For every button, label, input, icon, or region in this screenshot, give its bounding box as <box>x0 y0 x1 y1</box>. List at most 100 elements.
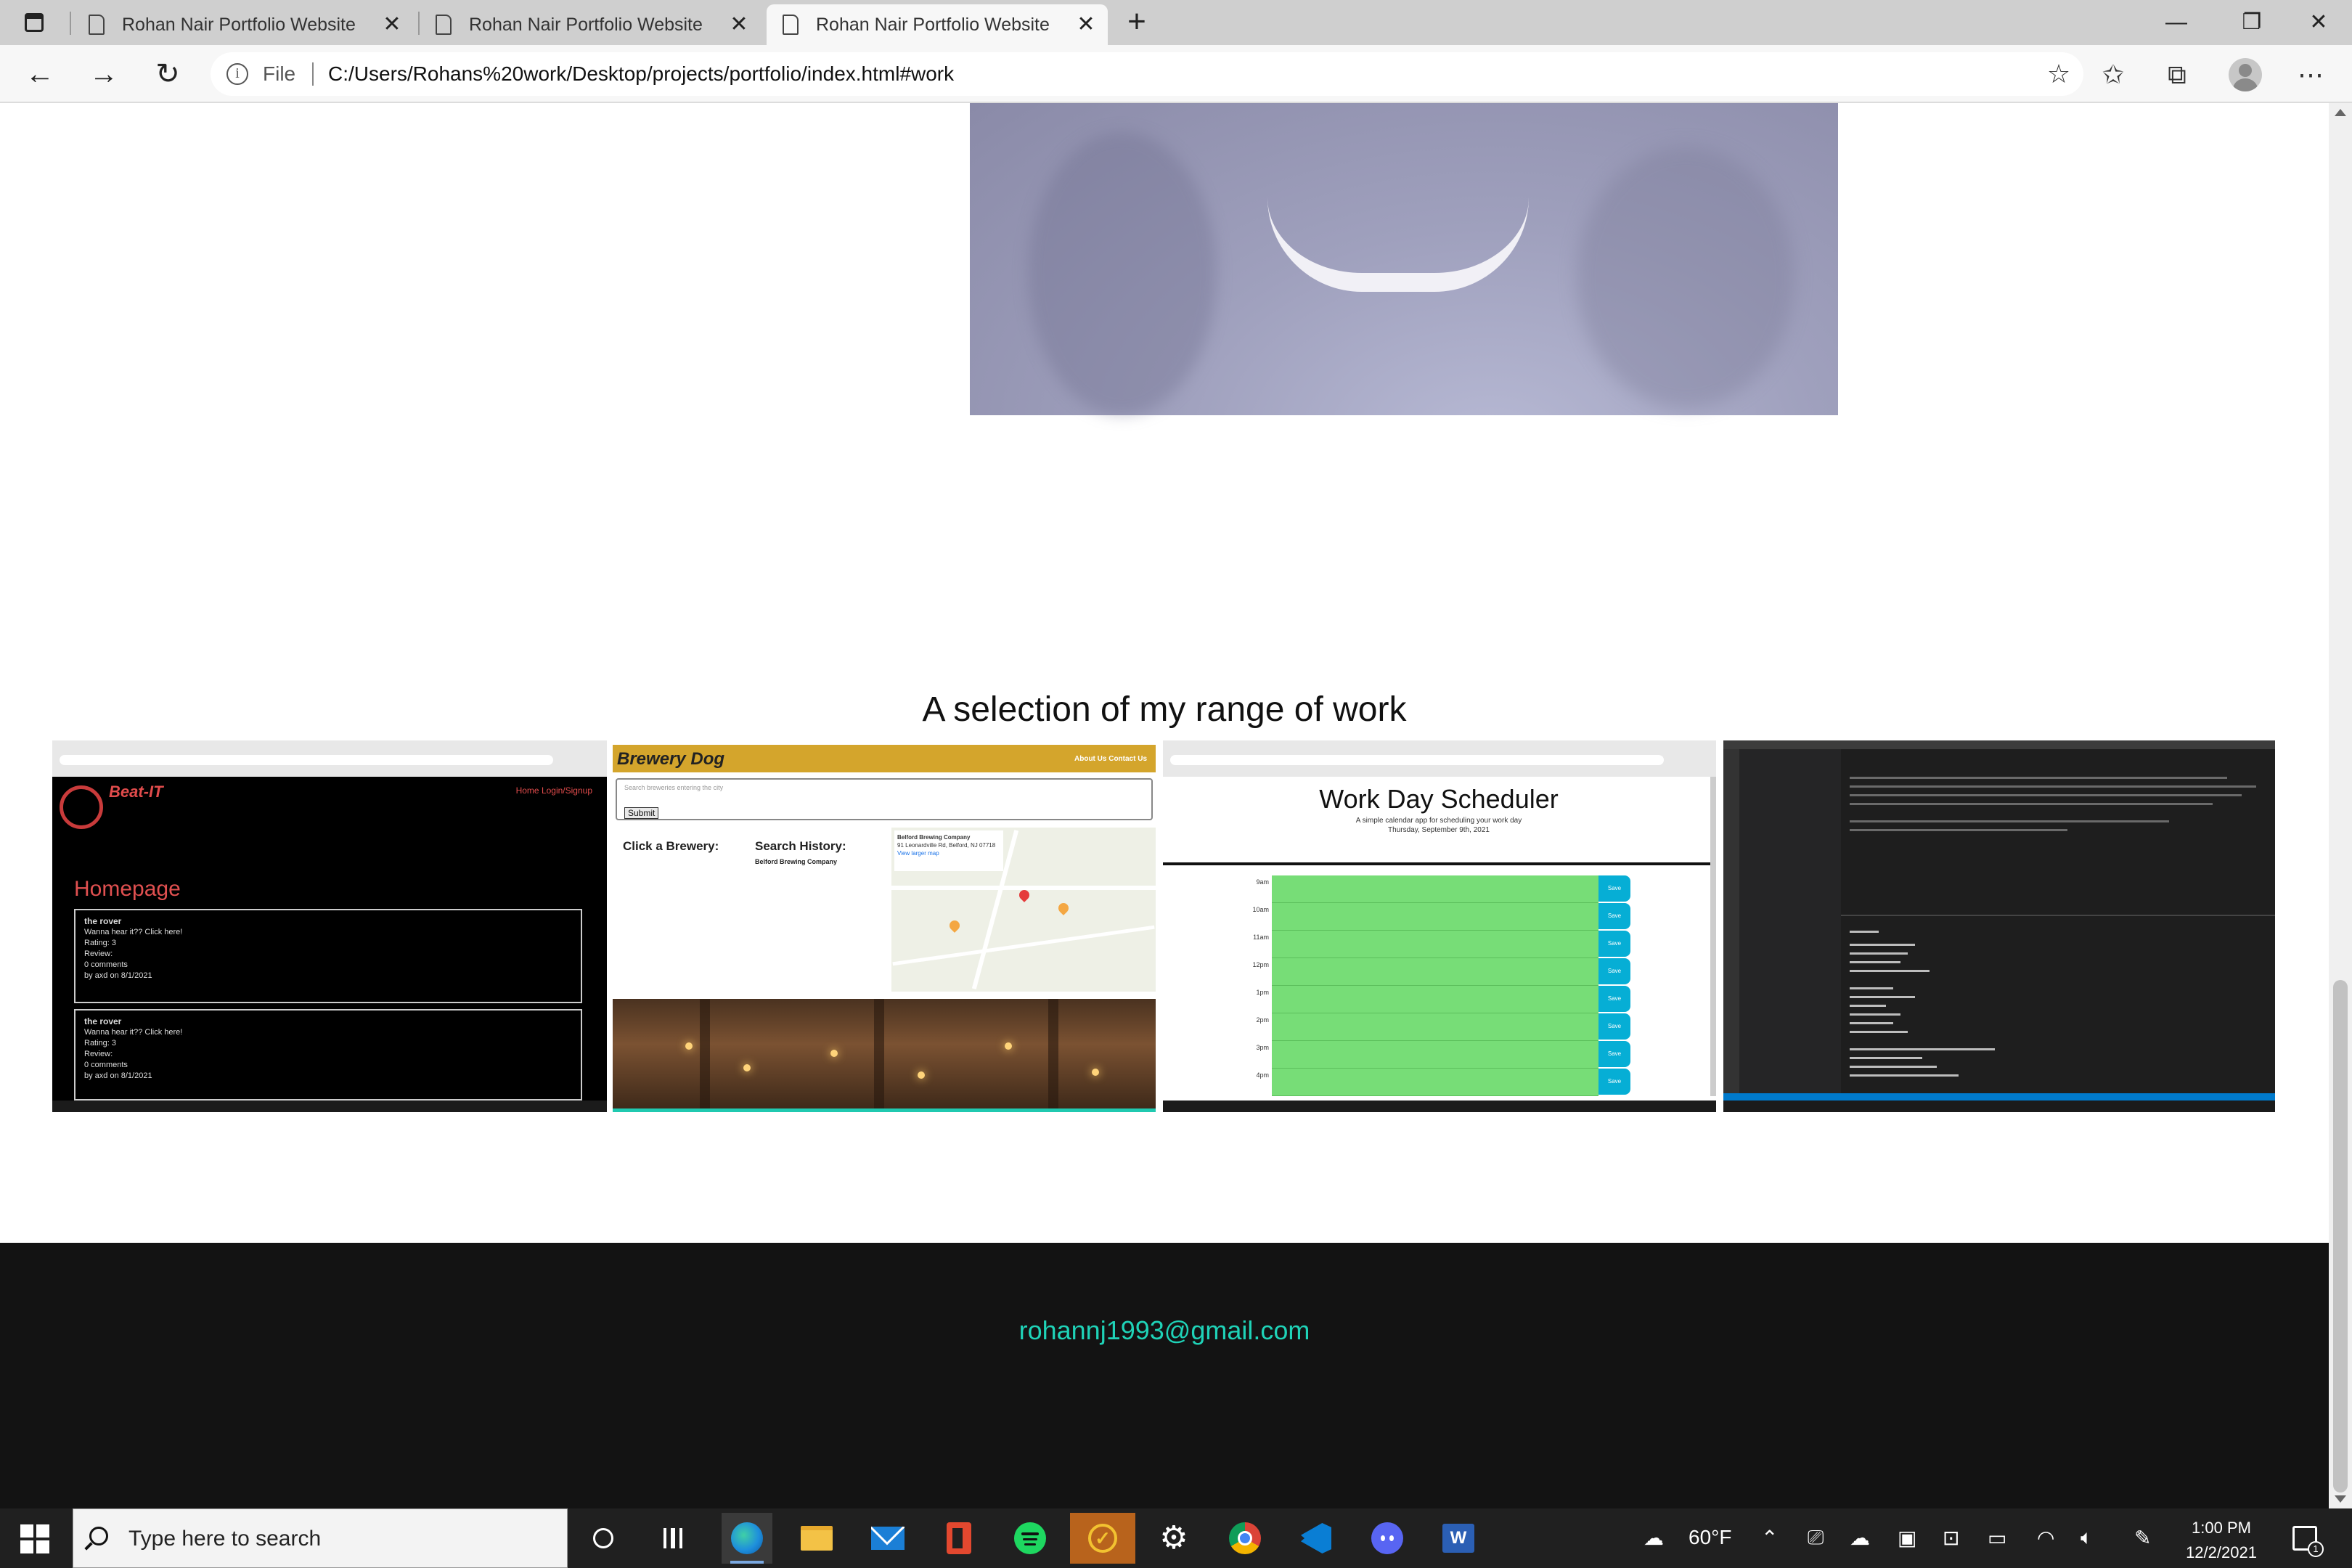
notification-count: 1 <box>2308 1541 2324 1557</box>
tab-actions-icon <box>25 13 44 32</box>
notifications-icon[interactable]: 1 <box>2292 1526 2324 1557</box>
file-explorer-icon[interactable] <box>791 1513 842 1564</box>
norton-icon[interactable]: ✓ <box>1070 1513 1135 1564</box>
code-line <box>1850 820 2169 822</box>
cortana-icon[interactable] <box>578 1513 629 1564</box>
tab-title: Rohan Nair Portfolio Website <box>469 14 703 35</box>
mail-icon[interactable] <box>862 1513 913 1564</box>
scroll-down-icon[interactable] <box>2335 1495 2346 1503</box>
project-employee-tracker-screenshot[interactable] <box>1723 740 2275 1112</box>
address-bar[interactable]: i File C:/Users/Rohans%20work/Desktop/pr… <box>211 52 2083 96</box>
wifi-icon[interactable]: ◠ <box>2037 1526 2054 1550</box>
edge-icon[interactable] <box>722 1513 772 1564</box>
review-line: Rating: 3 <box>84 939 117 947</box>
chevron-up-icon[interactable]: ⌃ <box>1761 1526 1778 1550</box>
scheduler-description: A simple calendar app for scheduling you… <box>1355 817 1522 825</box>
vscode-icon[interactable] <box>1291 1513 1342 1564</box>
start-button[interactable] <box>20 1524 49 1553</box>
close-tab-icon[interactable]: ✕ <box>1074 13 1098 36</box>
photo-shading <box>1577 147 1794 408</box>
project-beat-it-screenshot[interactable]: Beat-IT Home Login/Signup Homepage the r… <box>52 740 607 1112</box>
settings-icon[interactable]: ⚙ <box>1148 1513 1199 1564</box>
project-work-day-scheduler-screenshot[interactable]: Work Day Scheduler A simple calendar app… <box>1163 740 1716 1112</box>
terminal-line <box>1850 1031 1908 1033</box>
project-brewery-dog-screenshot[interactable]: Brewery Dog About Us Contact Us Search b… <box>613 740 1156 1112</box>
forward-button[interactable]: → <box>84 55 123 94</box>
back-button[interactable]: ← <box>20 55 60 94</box>
battery-icon[interactable]: ▭ <box>1988 1526 2006 1550</box>
photo-shading <box>1028 132 1217 415</box>
panel-divider <box>1841 915 2275 916</box>
browser-toolbar: ← → ↻ i File C:/Users/Rohans%20work/Desk… <box>0 45 2352 103</box>
vscode-explorer <box>1739 749 1841 1101</box>
browser-tab-1[interactable]: Rohan Nair Portfolio Website ✕ <box>73 4 414 45</box>
refresh-button[interactable]: ↻ <box>148 55 187 94</box>
pen-icon[interactable]: ✎ <box>2134 1526 2151 1550</box>
meet-now-icon[interactable]: ⎚ <box>1808 1526 1824 1550</box>
brewery-brand: Brewery Dog <box>617 749 725 769</box>
page-icon <box>89 15 105 35</box>
discord-icon[interactable] <box>1362 1513 1413 1564</box>
chrome-icon[interactable] <box>1220 1513 1270 1564</box>
word-icon[interactable]: W <box>1433 1513 1484 1564</box>
scroll-up-icon[interactable] <box>2335 109 2346 116</box>
beat-it-logo <box>60 785 103 829</box>
search-history-label: Search History: <box>755 839 846 853</box>
beat-it-nav: Home Login/Signup <box>515 785 592 796</box>
code-line <box>1850 829 2067 831</box>
map-pin-icon <box>1017 888 1032 902</box>
review-line: Wanna hear it?? Click here! <box>84 1028 183 1037</box>
collections-icon[interactable]: ⧉ <box>2160 58 2194 91</box>
close-tab-icon[interactable]: ✕ <box>380 13 404 36</box>
favorites-icon[interactable]: ✩ <box>2096 58 2130 91</box>
url-text[interactable]: C:/Users/Rohans%20work/Desktop/projects/… <box>328 62 954 86</box>
terminal-line <box>1850 952 1908 955</box>
office-icon[interactable] <box>934 1513 984 1564</box>
screenshot-taskbar <box>1163 1101 1716 1112</box>
hour-row: 12pm Save <box>1233 958 1630 986</box>
brewery-links: About Us Contact Us <box>1074 755 1147 763</box>
close-tab-icon[interactable]: ✕ <box>727 13 751 36</box>
network-status-icon[interactable]: ⊡ <box>1943 1526 1959 1550</box>
terminal-line <box>1850 1005 1886 1007</box>
footer-email-link[interactable]: rohannj1993@gmail.com <box>0 1315 2329 1346</box>
hour-block <box>1272 1069 1598 1096</box>
taskbar-clock[interactable]: 1:00 PM 12/2/2021 <box>2171 1516 2272 1565</box>
onedrive-icon[interactable]: ☁ <box>1850 1526 1870 1550</box>
scrollbar-thumb[interactable] <box>2333 980 2348 1493</box>
task-view-icon[interactable] <box>648 1513 698 1564</box>
tab-actions-button[interactable] <box>16 10 48 35</box>
display-icon[interactable]: ▣ <box>1898 1526 1916 1550</box>
volume-icon[interactable]: 🔈︎ <box>2081 1526 2093 1550</box>
hour-block <box>1272 958 1598 986</box>
tab-title: Rohan Nair Portfolio Website <box>816 14 1050 35</box>
vscode-status-bar <box>1723 1093 2275 1101</box>
site-info-icon[interactable]: i <box>226 63 248 85</box>
minimize-button[interactable]: — <box>2155 7 2198 38</box>
new-tab-button[interactable]: + <box>1122 6 1151 38</box>
weather-temperature[interactable]: 60°F <box>1689 1526 1731 1549</box>
screenshot-taskbar <box>1723 1101 2275 1112</box>
terminal-line <box>1850 961 1900 963</box>
close-window-button[interactable]: ✕ <box>2297 7 2340 38</box>
terminal-line <box>1850 1013 1900 1016</box>
browser-tab-3-active[interactable]: Rohan Nair Portfolio Website ✕ <box>767 4 1108 45</box>
browser-tab-2[interactable]: Rohan Nair Portfolio Website ✕ <box>420 4 761 45</box>
map-pin-icon <box>1056 901 1071 915</box>
profile-icon[interactable] <box>2229 58 2262 91</box>
weather-icon[interactable]: ☁ <box>1643 1526 1664 1550</box>
restore-button[interactable]: ❐ <box>2230 7 2274 38</box>
hour-block <box>1272 1013 1598 1041</box>
hour-row: 10am Save <box>1233 903 1630 931</box>
page-scrollbar[interactable] <box>2329 103 2352 1508</box>
code-line <box>1850 785 2256 788</box>
review-line: Review: <box>84 1050 113 1058</box>
spotify-icon[interactable] <box>1005 1513 1055 1564</box>
taskbar-search-box[interactable]: Type here to search <box>73 1508 568 1568</box>
terminal-line <box>1850 931 1879 933</box>
clock-date: 12/2/2021 <box>2186 1543 2257 1561</box>
more-icon[interactable]: ⋯ <box>2294 58 2327 91</box>
terminal-line <box>1850 1066 1937 1068</box>
add-favorite-icon[interactable]: ☆ <box>2044 60 2073 89</box>
hour-label: 12pm <box>1252 961 1269 968</box>
